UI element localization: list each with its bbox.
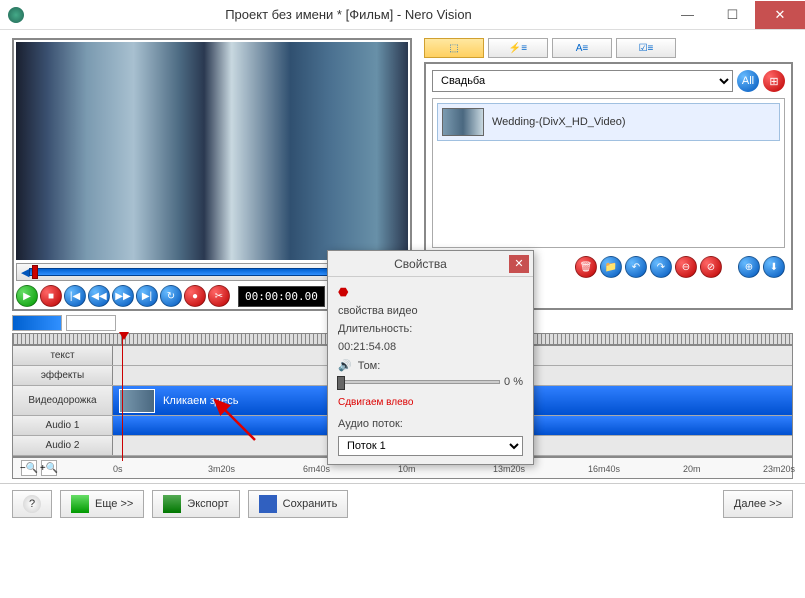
properties-close-button[interactable]: ✕	[509, 255, 529, 273]
app-icon	[8, 7, 24, 23]
loop-button[interactable]: ↻	[160, 285, 182, 307]
close-button[interactable]: ✕	[755, 1, 805, 29]
audio-stream-label: Аудио поток:	[338, 418, 523, 430]
forward-button[interactable]: ▶▶	[112, 285, 134, 307]
clip-hint-text: Кликаем здесь	[163, 395, 238, 407]
time-mark: 3m20s	[208, 464, 235, 474]
next-button[interactable]: Далее >>	[723, 490, 793, 518]
next-button[interactable]: ▶|	[136, 285, 158, 307]
time-mark: 10m	[398, 464, 416, 474]
media-open-button[interactable]: 📁	[600, 256, 622, 278]
media-undo-button[interactable]: ↶	[625, 256, 647, 278]
timecode-display: 00:00:00.00	[238, 286, 325, 307]
window-title: Проект без имени * [Фильм] - Nero Vision	[32, 7, 665, 22]
properties-section: свойства видео	[338, 305, 523, 317]
video-preview[interactable]	[16, 42, 408, 260]
media-item-name: Wedding-(DivX_HD_Video)	[492, 116, 626, 128]
track-label-text: текст	[13, 346, 113, 365]
record-button[interactable]: ●	[184, 285, 206, 307]
bottom-bar: ? Еще >> Экспорт Сохранить Далее >>	[0, 483, 805, 524]
maximize-button[interactable]: ☐	[710, 1, 755, 29]
properties-title: Свойства	[332, 257, 509, 271]
timeline-tab-1[interactable]	[12, 315, 62, 331]
more-button[interactable]: Еще >>	[60, 490, 144, 518]
properties-dialog: Свойства ✕ ⬣ свойства видео Длительность…	[327, 250, 534, 465]
track-label-video: Видеодорожка	[13, 386, 113, 415]
save-button[interactable]: Сохранить	[248, 490, 349, 518]
timeline-tab-2[interactable]	[66, 315, 116, 331]
pin-icon: ⬣	[338, 285, 523, 299]
play-button[interactable]: ▶	[16, 285, 38, 307]
media-stop-button[interactable]: ⊘	[700, 256, 722, 278]
export-button[interactable]: Экспорт	[152, 490, 239, 518]
playhead-icon	[119, 332, 129, 340]
media-redo-button[interactable]: ↷	[650, 256, 672, 278]
media-add-button[interactable]: ⊕	[738, 256, 760, 278]
tab-text[interactable]: A≡	[552, 38, 612, 58]
media-import-button[interactable]: ⬇	[763, 256, 785, 278]
tab-effects[interactable]: ⚡≡	[488, 38, 548, 58]
volume-label: Том:	[358, 360, 381, 372]
media-list: Wedding-(DivX_HD_Video)	[432, 98, 785, 248]
duration-label: Длительность:	[338, 323, 523, 335]
tab-media[interactable]: ⬚	[424, 38, 484, 58]
media-all-button[interactable]: All	[737, 70, 759, 92]
cut-button[interactable]: ✂	[208, 285, 230, 307]
volume-slider[interactable]	[338, 380, 500, 384]
track-label-audio1: Audio 1	[13, 416, 113, 435]
media-tabs: ⬚ ⚡≡ A≡ ☑≡	[424, 38, 793, 58]
zoom-out-button[interactable]: −🔍	[21, 460, 37, 476]
time-mark: 6m40s	[303, 464, 330, 474]
time-mark: 23m20s	[763, 464, 795, 474]
media-thumbnail	[442, 108, 484, 136]
help-button[interactable]: ?	[12, 490, 52, 518]
media-item[interactable]: Wedding-(DivX_HD_Video)	[437, 103, 780, 141]
time-mark: 13m20s	[493, 464, 525, 474]
media-grid-button[interactable]: ⊞	[763, 70, 785, 92]
minimize-button[interactable]: —	[665, 1, 710, 29]
time-mark: 0s	[113, 464, 123, 474]
volume-value: 0 %	[504, 376, 523, 388]
zoom-in-button[interactable]: +🔍	[41, 460, 57, 476]
rewind-button[interactable]: ◀◀	[88, 285, 110, 307]
media-remove-button[interactable]: ⊖	[675, 256, 697, 278]
media-delete-button[interactable]: 🗑	[575, 256, 597, 278]
category-select[interactable]: Свадьба	[432, 70, 733, 92]
slider-hint: Сдвигаем влево	[338, 397, 413, 408]
track-label-audio2: Audio 2	[13, 436, 113, 455]
time-mark: 20m	[683, 464, 701, 474]
audio-stream-select[interactable]: Поток 1	[338, 436, 523, 456]
prev-button[interactable]: |◀	[64, 285, 86, 307]
duration-value: 00:21:54.08	[338, 341, 523, 353]
stop-button[interactable]: ■	[40, 285, 62, 307]
clip-thumbnail	[119, 389, 155, 413]
volume-icon: 🔊	[338, 359, 352, 372]
time-mark: 16m40s	[588, 464, 620, 474]
track-label-effects: эффекты	[13, 366, 113, 385]
playhead-line	[122, 333, 123, 461]
title-bar: Проект без имени * [Фильм] - Nero Vision…	[0, 0, 805, 30]
tab-list[interactable]: ☑≡	[616, 38, 676, 58]
